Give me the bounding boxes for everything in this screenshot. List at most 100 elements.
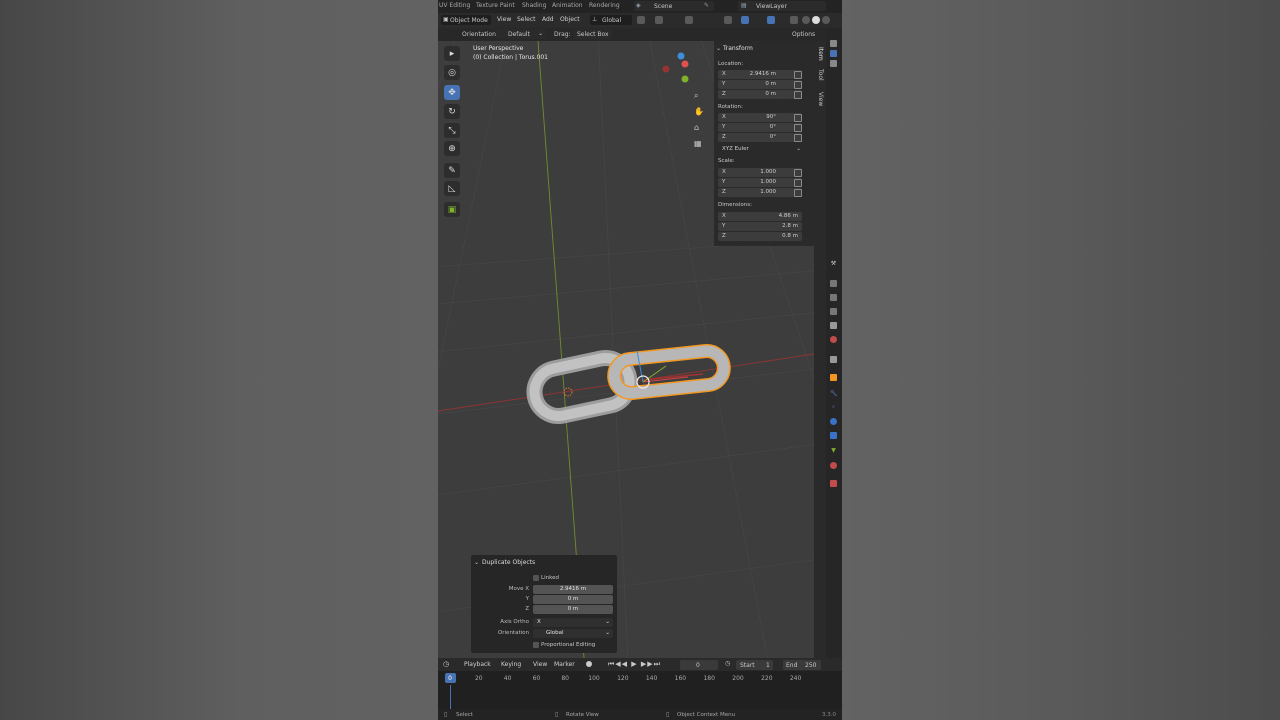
- perspective-grid-icon[interactable]: ▦: [694, 139, 702, 148]
- redo-panel-title[interactable]: Duplicate Objects: [482, 559, 535, 566]
- tab-view[interactable]: View: [817, 92, 824, 106]
- end-frame-field[interactable]: End 250: [783, 660, 821, 670]
- menu-object[interactable]: Object: [560, 16, 580, 23]
- tab-animation[interactable]: Animation: [552, 2, 583, 9]
- view-layer-properties-icon[interactable]: [830, 308, 837, 315]
- scale-y-field[interactable]: Y 1.000: [718, 178, 802, 187]
- record-icon[interactable]: [586, 661, 592, 667]
- collapse-chevron-icon[interactable]: ⌄: [716, 45, 721, 52]
- lock-icon[interactable]: [794, 134, 802, 142]
- linked-checkbox[interactable]: [533, 575, 539, 581]
- preview-range-icon[interactable]: ◷: [725, 660, 730, 667]
- frame-ruler[interactable]: 0 20 40 60 80 100 120 140 160 180 200 220 240: [438, 671, 842, 685]
- orientation-dropdown[interactable]: Global ⌄: [533, 629, 613, 638]
- outliner-torus-icon[interactable]: [830, 50, 837, 57]
- tab-rendering[interactable]: Rendering: [589, 2, 620, 9]
- xray-icon[interactable]: [790, 16, 798, 24]
- current-frame-field[interactable]: 0: [680, 660, 718, 670]
- lock-icon[interactable]: [794, 81, 802, 89]
- overlay-toggle-icon[interactable]: [767, 16, 775, 24]
- texture-icon[interactable]: [830, 480, 837, 487]
- shading-solid-icon[interactable]: [812, 16, 820, 24]
- lock-icon[interactable]: [794, 179, 802, 187]
- outliner-light-icon[interactable]: [830, 60, 837, 67]
- menu-playback[interactable]: Playback: [464, 661, 491, 668]
- lock-icon[interactable]: [794, 169, 802, 177]
- outliner-camera-icon[interactable]: [830, 40, 837, 47]
- render-properties-icon[interactable]: [830, 280, 837, 287]
- menu-view[interactable]: View: [497, 16, 511, 23]
- material-icon[interactable]: [830, 462, 837, 469]
- drag-dropdown[interactable]: Select Box: [574, 29, 612, 39]
- zoom-icon[interactable]: ⌕: [694, 91, 698, 101]
- collapse-chevron-icon[interactable]: ⌄: [474, 559, 479, 566]
- tab-texture-paint[interactable]: Texture Paint: [476, 2, 515, 9]
- measure-tool-icon[interactable]: ◺: [444, 181, 460, 196]
- scene-properties-icon[interactable]: [830, 322, 837, 329]
- timeline-area[interactable]: 0 20 40 60 80 100 120 140 160 180 200 220 240: [438, 671, 842, 709]
- menu-select[interactable]: Select: [517, 16, 536, 23]
- move-tool-icon[interactable]: ✥: [444, 85, 460, 100]
- move-z-field[interactable]: 0 m: [533, 605, 613, 614]
- move-x-field[interactable]: 2.9416 m: [533, 585, 613, 594]
- clock-icon[interactable]: ◷: [443, 660, 449, 668]
- world-properties-icon[interactable]: [830, 336, 837, 343]
- orientation-dropdown[interactable]: Default ⌄: [496, 29, 546, 39]
- physics-icon[interactable]: [830, 418, 837, 425]
- start-frame-field[interactable]: Start 1: [736, 660, 773, 670]
- mode-dropdown[interactable]: ▣ Object Mode: [441, 15, 491, 25]
- tool-properties-icon[interactable]: ⚒: [830, 260, 837, 267]
- menu-add[interactable]: Add: [542, 16, 554, 23]
- tab-tool[interactable]: Tool: [817, 69, 824, 81]
- scene-selector[interactable]: ◈ Scene ✎: [634, 1, 714, 11]
- select-box-tool-icon[interactable]: ▸: [444, 46, 460, 61]
- snap-icon[interactable]: [655, 16, 663, 24]
- transform-section-title[interactable]: Transform: [723, 45, 753, 52]
- output-properties-icon[interactable]: [830, 294, 837, 301]
- location-z-field[interactable]: Z0 m: [718, 90, 802, 99]
- lock-icon[interactable]: [794, 124, 802, 132]
- transform-orientation-dropdown[interactable]: ⊥ Global: [590, 15, 632, 25]
- lock-icon[interactable]: [794, 189, 802, 197]
- rotation-y-field[interactable]: Y 0°: [718, 123, 802, 132]
- menu-marker[interactable]: Marker: [554, 661, 575, 668]
- object-data-icon[interactable]: ▼: [830, 447, 837, 454]
- rotate-tool-icon[interactable]: ↻: [444, 104, 460, 119]
- scale-x-field[interactable]: X 1.000: [718, 168, 802, 177]
- shading-wireframe-icon[interactable]: [802, 16, 810, 24]
- particles-icon[interactable]: ⁘: [830, 404, 837, 411]
- dimension-y-field[interactable]: Y 2.8 m: [718, 222, 802, 231]
- proportional-edit-icon[interactable]: [685, 16, 693, 24]
- location-y-field[interactable]: Y0 m: [718, 80, 802, 89]
- lock-icon[interactable]: [794, 91, 802, 99]
- lock-icon[interactable]: [794, 114, 802, 122]
- menu-keying[interactable]: Keying: [501, 661, 521, 668]
- gizmo-toggle-icon[interactable]: [741, 16, 749, 24]
- pivot-icon[interactable]: [637, 16, 645, 24]
- shading-material-icon[interactable]: [822, 16, 830, 24]
- tab-item[interactable]: Item: [817, 47, 824, 61]
- menu-view[interactable]: View: [533, 661, 547, 668]
- visibility-icon[interactable]: [724, 16, 732, 24]
- annotate-tool-icon[interactable]: ✎: [444, 163, 460, 178]
- viewlayer-selector[interactable]: ▤ ViewLayer: [738, 1, 826, 11]
- pan-hand-icon[interactable]: ✋: [694, 107, 704, 116]
- dimension-z-field[interactable]: Z 0.8 m: [718, 232, 802, 241]
- transform-tool-icon[interactable]: ⊕: [444, 141, 460, 156]
- add-cube-tool-icon[interactable]: ▣: [444, 202, 460, 217]
- options-dropdown[interactable]: Options: [792, 31, 815, 38]
- rotation-z-field[interactable]: Z 0°: [718, 133, 802, 142]
- object-properties-icon[interactable]: [830, 374, 837, 381]
- cursor-tool-icon[interactable]: ◎: [444, 65, 460, 80]
- camera-view-icon[interactable]: ⌂: [694, 123, 699, 132]
- move-y-field[interactable]: 0 m: [533, 595, 613, 604]
- dimension-x-field[interactable]: X 4.86 m: [718, 212, 802, 221]
- rotation-x-field[interactable]: X 90°: [718, 113, 802, 122]
- scale-z-field[interactable]: Z 1.000: [718, 188, 802, 197]
- tab-uv-editing[interactable]: UV Editing: [439, 2, 470, 9]
- proportional-editing-checkbox[interactable]: [533, 642, 539, 648]
- location-x-field[interactable]: X 2.9416 m: [718, 70, 802, 79]
- lock-icon[interactable]: [794, 71, 802, 79]
- tab-shading[interactable]: Shading: [522, 2, 546, 9]
- collection-properties-icon[interactable]: [830, 356, 837, 363]
